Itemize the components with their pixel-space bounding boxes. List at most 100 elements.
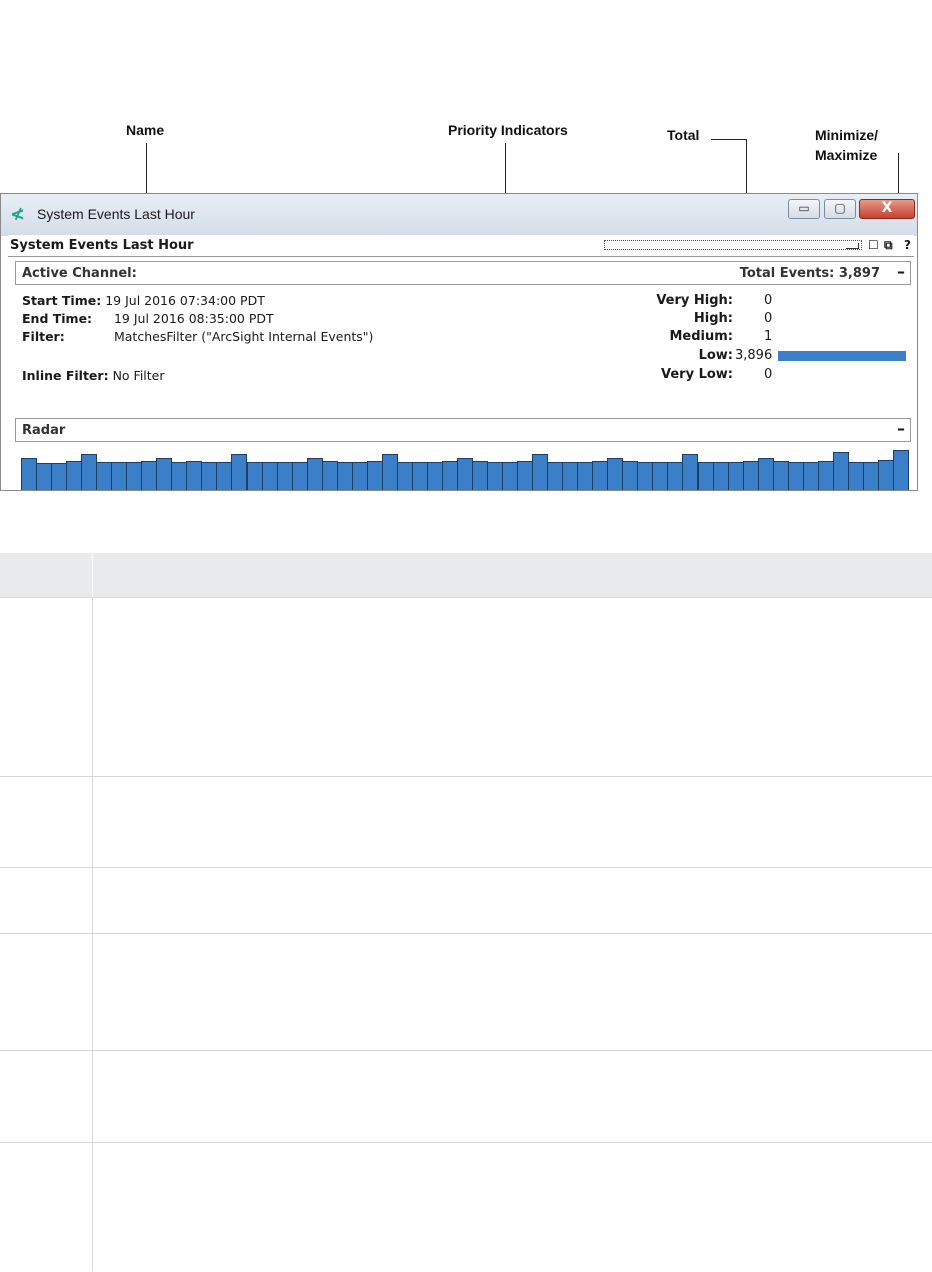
radar-bar [667,462,684,490]
radar-bar [96,462,113,490]
radar-bar [622,461,639,490]
radar-bar [757,458,774,490]
collapse-radar-button[interactable]: – [897,419,905,438]
restore-icon[interactable]: ☐ [868,238,879,252]
active-channel-label: Active Channel: [22,266,137,281]
priority-very-high-label: Very High: [656,293,733,308]
radar-bar [592,461,609,490]
detach-icon[interactable]: ⧉ [884,238,893,253]
window-close-button[interactable]: X [859,199,915,219]
radar-bar [532,454,549,490]
callout-total: Total [667,127,700,143]
callout-name: Name [126,122,165,138]
radar-bar [66,461,83,490]
priority-high-label: High: [693,311,733,326]
priority-very-low-value: 0 [764,367,773,382]
radar-bar [411,462,428,490]
radar-bar [291,462,308,490]
radar-bar [487,462,504,490]
radar-bar [742,461,759,490]
radar-bar [111,462,128,490]
radar-bar [802,462,819,490]
priority-low-bar [778,351,906,361]
start-time-label: Start Time: [22,293,102,308]
table-row [0,934,932,1051]
radar-bar [502,462,519,490]
radar-histogram [21,450,909,490]
callout-maximize-line2: Maximize [815,147,878,163]
priority-very-high-value: 0 [764,293,773,308]
radar-bar [772,461,789,490]
start-time-value: 19 Jul 2016 07:34:00 PDT [105,293,265,308]
table-row [0,1051,932,1143]
radar-bar [727,462,744,490]
radar-bar [141,461,158,490]
app-window: ≮ System Events Last Hour ▭ ▢ X System E… [0,193,918,491]
leader-line-total-horizontal [711,139,747,140]
priority-very-low-label: Very Low: [660,367,733,382]
radar-bar [21,458,37,490]
radar-bar [396,462,413,490]
end-time-label: End Time: [22,311,93,326]
radar-bar [231,454,248,490]
radar-bar [171,462,188,490]
priority-high-value: 0 [764,311,773,326]
help-icon[interactable]: ? [904,238,911,252]
window-maximize-button[interactable]: ▢ [824,199,856,219]
active-channel-header: Active Channel: Total Events: 3,897 – [15,261,911,285]
radar-bar [547,462,564,490]
table-row [0,598,932,777]
inline-filter-label: Inline Filter: [22,368,109,383]
radar-bar [81,454,98,490]
radar-bar [156,458,173,490]
zoom-slider[interactable] [604,240,862,250]
radar-bar [186,461,203,490]
radar-header: Radar – [15,418,911,442]
radar-bar [351,462,368,490]
radar-bar [862,462,879,490]
total-events: Total Events: 3,897 [739,266,880,281]
radar-bar [892,450,909,490]
radar-bar [336,462,353,490]
radar-bar [637,462,654,490]
end-time-value: 19 Jul 2016 08:35:00 PDT [113,311,274,326]
radar-bar [216,462,233,490]
table-header [0,553,932,598]
filter-row: Filter: MatchesFilter ("ArcSight Interna… [22,329,373,344]
radar-bar [607,458,624,490]
radar-bar [441,461,458,490]
panel-name: System Events Last Hour [10,238,194,253]
radar-bar [426,462,443,490]
description-table [0,553,932,1271]
radar-bar [246,462,263,490]
priority-low-label: Low: [698,348,733,363]
radar-bar [36,463,53,490]
radar-bar [562,462,579,490]
radar-bar [847,462,864,490]
filter-value: MatchesFilter ("ArcSight Internal Events… [113,329,374,344]
radar-bar [381,454,398,490]
radar-bar [877,460,894,490]
end-time-row: End Time: 19 Jul 2016 08:35:00 PDT [22,311,274,326]
inline-filter-row: Inline Filter: No Filter [22,368,165,383]
radar-bar [261,462,278,490]
dashboard-panel-header: System Events Last Hour ☐ ⧉ ? [8,235,914,257]
table-row [0,868,932,934]
radar-bar [787,462,804,490]
collapse-active-channel-button[interactable]: – [897,262,905,281]
radar-bar [321,461,338,490]
radar-bar [51,463,68,490]
table-row [0,1143,932,1271]
priority-medium-value: 1 [764,329,773,344]
priority-low-value: 3,896 [735,348,773,363]
window-title: System Events Last Hour [37,206,195,222]
radar-bar [306,458,323,490]
radar-bar [201,462,218,490]
radar-bar [472,461,489,490]
radar-bar [456,458,473,490]
table-header-cell [0,553,93,597]
radar-bar [126,462,143,490]
inline-filter-value: No Filter [112,368,165,383]
window-minimize-button[interactable]: ▭ [788,199,820,219]
window-titlebar: ≮ System Events Last Hour ▭ ▢ X [1,194,917,236]
